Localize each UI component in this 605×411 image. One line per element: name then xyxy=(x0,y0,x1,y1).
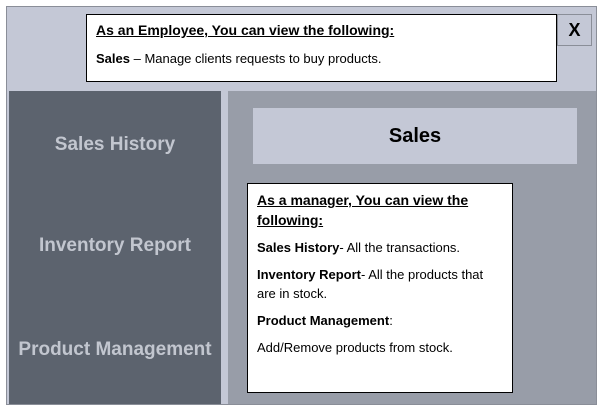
entry-desc: - All the transactions. xyxy=(339,240,461,255)
entry-desc: : xyxy=(389,313,393,328)
sales-button[interactable]: Sales xyxy=(253,108,577,164)
employee-sales-desc: – Manage clients requests to buy product… xyxy=(129,51,382,66)
manager-info-box: As a manager, You can view the following… xyxy=(247,183,513,393)
entry-term: Inventory Report xyxy=(257,267,362,282)
manager-entry-inventory-report: Inventory Report- All the products that … xyxy=(257,265,503,303)
manager-last-line: Add/Remove products from stock. xyxy=(257,340,453,355)
panel-divider xyxy=(221,91,228,404)
employee-sales-term: Sales xyxy=(96,51,130,66)
manager-entry-product-management: Product Management: xyxy=(257,311,503,330)
sidebar-item-inventory-report[interactable]: Inventory Report xyxy=(9,234,221,258)
entry-term: Sales History xyxy=(257,240,340,255)
manager-heading: As a manager, You can view the following… xyxy=(257,192,469,228)
sidebar-item-sales-history[interactable]: Sales History xyxy=(9,133,221,157)
sidebar-item-product-management[interactable]: Product Management xyxy=(9,338,221,362)
close-button[interactable]: X xyxy=(557,14,592,46)
manager-entry-sales-history: Sales History- All the transactions. xyxy=(257,238,503,257)
employee-sales-line: Sales – Manage clients requests to buy p… xyxy=(96,50,547,67)
entry-term: Product Management xyxy=(257,313,390,328)
employee-heading: As an Employee, You can view the followi… xyxy=(96,22,395,38)
sidebar: Sales History Inventory Report Product M… xyxy=(9,91,221,404)
employee-info-box: As an Employee, You can view the followi… xyxy=(86,14,557,82)
